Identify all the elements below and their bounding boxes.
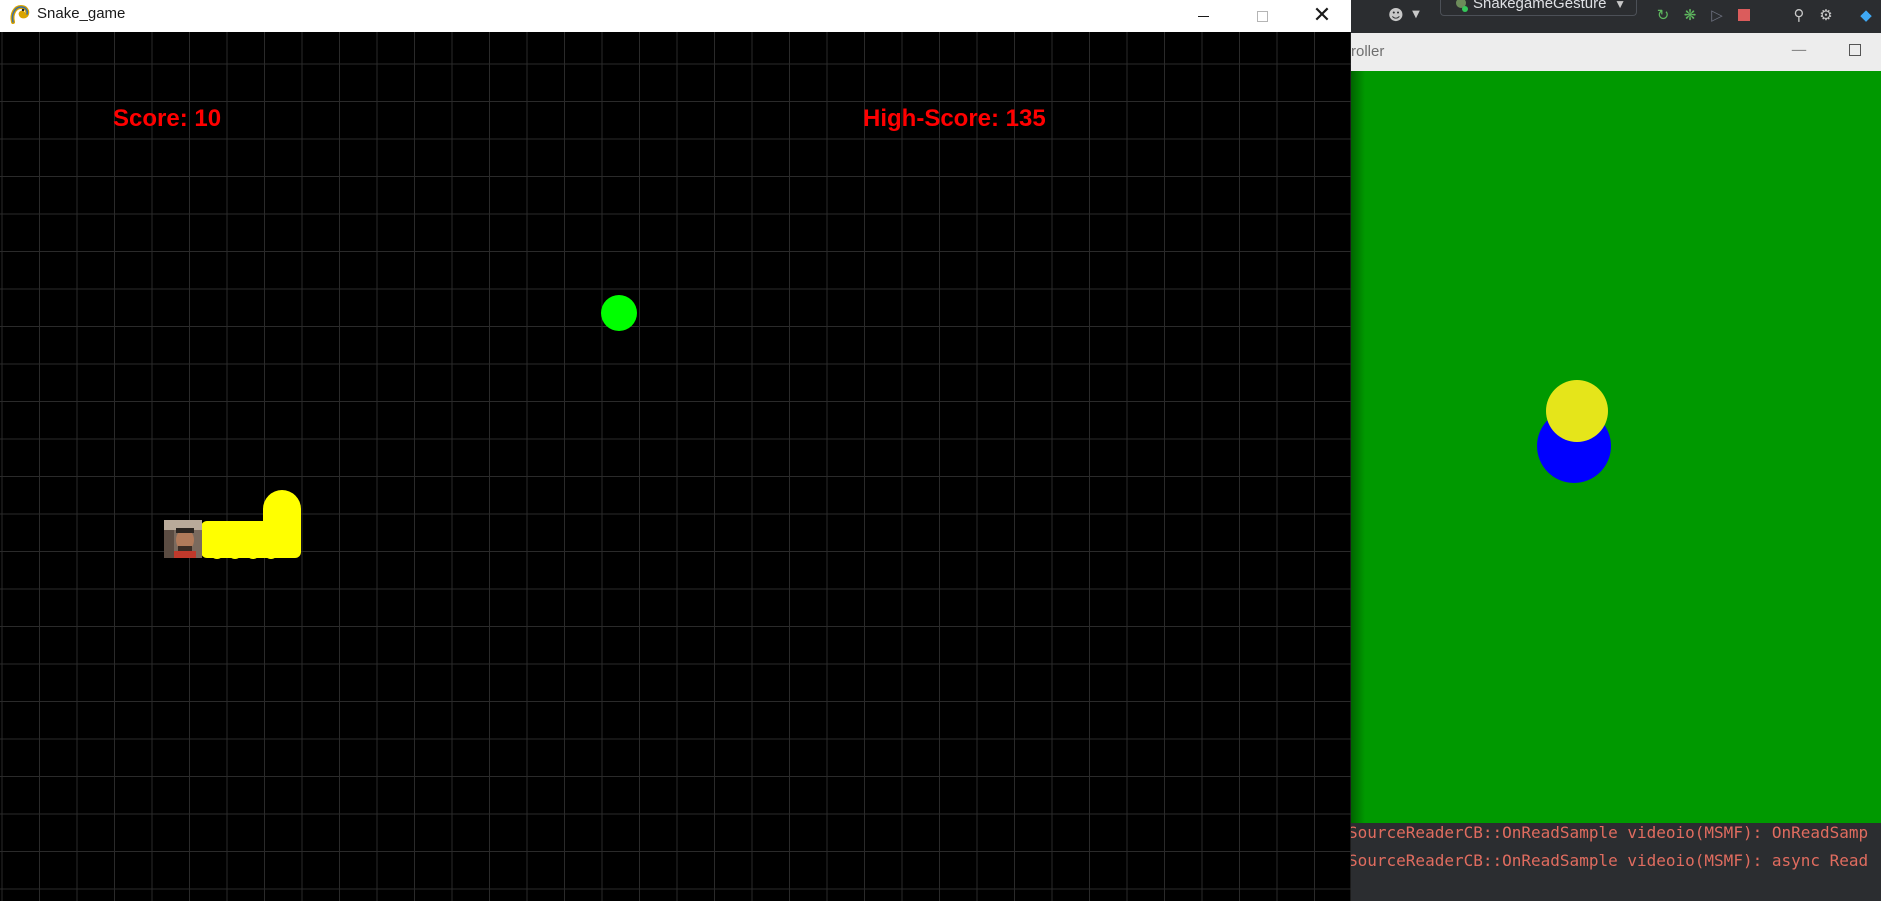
- snake-body-segment: [210, 545, 224, 559]
- minimize-icon: [1197, 15, 1209, 17]
- snake: [201, 490, 301, 559]
- hand-position-indicator-yellow: [1546, 380, 1608, 442]
- plugin-icon[interactable]: ◆: [1857, 6, 1875, 24]
- snake-head-face-image: [164, 520, 202, 558]
- run-config-label: SnakegameGesture: [1473, 0, 1607, 12]
- debug-icon[interactable]: ❋: [1681, 6, 1699, 24]
- minimize-button[interactable]: [1173, 0, 1233, 32]
- maximize-icon: [1256, 10, 1268, 22]
- snake-body-segment: [228, 521, 242, 535]
- snake-titlebar[interactable]: Snake_game ✕: [0, 0, 1351, 32]
- window-shadow: [1351, 71, 1365, 823]
- grid-lines: [0, 32, 1351, 901]
- snake-body-segment: [210, 521, 224, 535]
- search-icon[interactable]: ⚲: [1790, 6, 1808, 24]
- snake-body-segment: [263, 509, 301, 539]
- rerun-icon[interactable]: ↻: [1654, 6, 1672, 24]
- food-pellet: [601, 295, 637, 331]
- close-icon: ✕: [1312, 3, 1332, 28]
- stop-icon[interactable]: [1735, 6, 1753, 24]
- snake-body-segment: [246, 521, 260, 535]
- minimize-icon[interactable]: —: [1791, 40, 1807, 59]
- run-configuration-dropdown[interactable]: SnakegameGesture ▼: [1440, 0, 1637, 16]
- user-dropdown-chevron-icon[interactable]: ▼: [1407, 6, 1425, 24]
- window-title: Snake_game: [37, 5, 126, 22]
- settings-icon[interactable]: ⚙: [1817, 6, 1835, 24]
- user-icon[interactable]: ☻: [1387, 6, 1405, 24]
- console-line: SourceReaderCB::OnReadSample videoio(MSM…: [1348, 851, 1869, 870]
- pygame-snake-icon: [10, 4, 30, 24]
- maximize-icon[interactable]: [1849, 44, 1861, 56]
- maximize-button[interactable]: [1232, 0, 1292, 32]
- controller-title: roller: [1351, 43, 1385, 60]
- python-run-config-icon: [1456, 0, 1468, 12]
- snake-game-window: Snake_game ✕ Score: 10 High-Score: 135: [0, 0, 1351, 901]
- controller-window: roller —: [1351, 33, 1881, 823]
- snake-body-segment: [264, 545, 278, 559]
- run-console: SourceReaderCB::OnReadSample videoio(MSM…: [1348, 823, 1881, 901]
- console-line: SourceReaderCB::OnReadSample videoio(MSM…: [1348, 823, 1869, 842]
- close-button[interactable]: ✕: [1292, 0, 1352, 32]
- score-label: Score: 10: [113, 105, 222, 132]
- game-canvas[interactable]: Score: 10 High-Score: 135: [0, 32, 1351, 901]
- highscore-label: High-Score: 135: [863, 105, 1046, 132]
- chevron-down-icon: ▼: [1614, 0, 1626, 11]
- snake-body-segment: [228, 545, 242, 559]
- game-board: [0, 32, 1351, 901]
- snake-body-segment: [246, 545, 260, 559]
- controller-titlebar[interactable]: roller —: [1351, 33, 1881, 71]
- controller-canvas: [1351, 71, 1611, 823]
- coverage-icon[interactable]: ▷: [1708, 6, 1726, 24]
